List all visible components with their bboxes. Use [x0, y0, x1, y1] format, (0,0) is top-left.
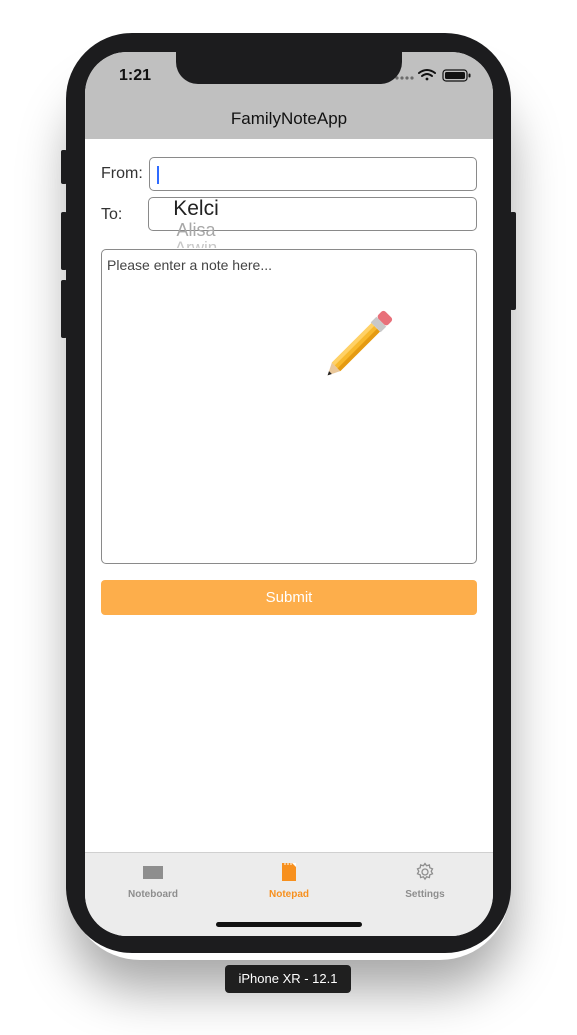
notepad-icon: [282, 863, 296, 881]
notch: [176, 52, 402, 84]
navigation-bar: FamilyNoteApp: [85, 100, 493, 139]
volume-up-button: [61, 212, 67, 270]
tab-noteboard[interactable]: Noteboard: [85, 853, 221, 905]
picker-option[interactable]: Arwin: [146, 240, 246, 248]
status-time: 1:21: [119, 67, 152, 84]
gear-icon: [416, 862, 434, 881]
volume-down-button: [61, 280, 67, 338]
text-cursor: [157, 166, 159, 184]
picker-option[interactable]: Alisa: [146, 220, 246, 240]
tab-notepad[interactable]: Notepad: [221, 853, 357, 905]
nav-title: FamilyNoteApp: [230, 109, 348, 128]
to-label: To:: [101, 206, 123, 223]
picker-option-selected[interactable]: Kelci: [146, 198, 246, 220]
tab-label: Notepad: [269, 889, 309, 900]
tab-label: Settings: [405, 889, 445, 900]
from-field[interactable]: [149, 157, 477, 191]
silent-switch: [61, 150, 67, 184]
signal-icon: [395, 76, 414, 80]
status-icons: [395, 68, 475, 82]
battery-icon: [442, 69, 471, 82]
home-indicator[interactable]: [216, 922, 362, 927]
device-label: iPhone XR - 12.1: [225, 965, 351, 993]
note-area[interactable]: [101, 249, 477, 564]
submit-button[interactable]: Submit: [101, 580, 477, 615]
noteboard-icon: [143, 866, 163, 879]
note-textarea[interactable]: [102, 250, 476, 563]
power-button: [510, 212, 516, 310]
tab-settings[interactable]: Settings: [357, 853, 493, 905]
app-screen: 1:21 FamilyNoteApp From: To: Kelci Alisa…: [85, 52, 493, 936]
wifi-icon: [418, 69, 436, 81]
tab-label: Noteboard: [128, 889, 178, 900]
to-picker[interactable]: Kelci Alisa Arwin: [146, 198, 246, 249]
pencil-icon: [327, 310, 393, 376]
from-label: From:: [101, 165, 143, 182]
